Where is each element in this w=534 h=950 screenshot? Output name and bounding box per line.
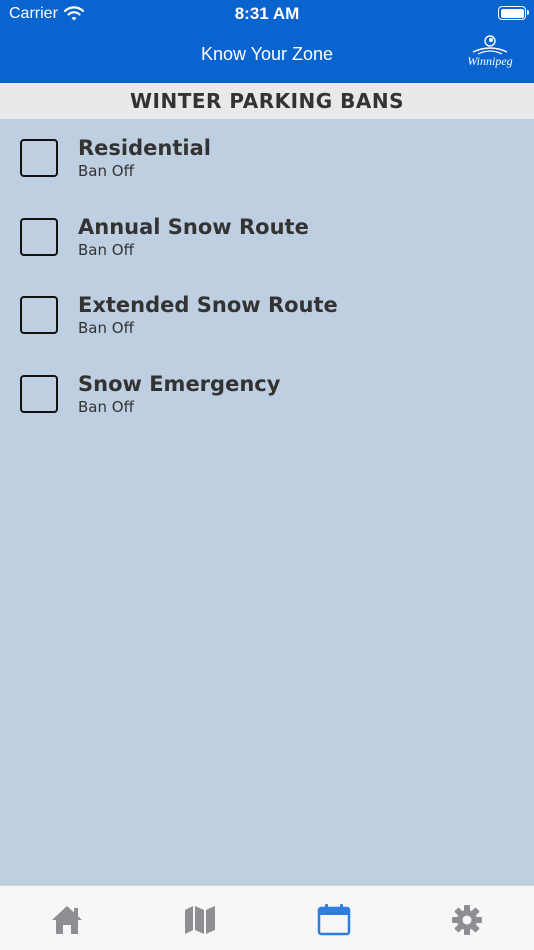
checkbox[interactable] — [20, 217, 58, 256]
tab-bar — [0, 885, 534, 950]
ban-name: Annual Snow Route — [78, 214, 309, 239]
ban-list: Residential Ban Off Annual Snow Route Ba… — [0, 119, 534, 434]
tab-calendar[interactable] — [267, 886, 401, 950]
ban-status: Ban Off — [78, 398, 134, 417]
winnipeg-logo-icon — [472, 35, 508, 55]
ban-status: Ban Off — [78, 240, 134, 259]
ban-item-extended-snow-route[interactable]: Extended Snow Route Ban Off — [0, 276, 534, 355]
ban-name: Extended Snow Route — [78, 293, 338, 318]
checkbox[interactable] — [20, 296, 58, 335]
gear-icon — [452, 905, 483, 935]
tab-map[interactable] — [134, 886, 268, 950]
checkbox[interactable] — [20, 375, 58, 414]
ban-item-snow-emergency[interactable]: Snow Emergency Ban Off — [0, 355, 534, 434]
map-icon — [185, 906, 216, 934]
home-icon — [51, 906, 82, 934]
ban-name: Residential — [78, 136, 211, 160]
ban-item-residential[interactable]: Residential Ban Off — [0, 119, 534, 198]
ban-item-annual-snow-route[interactable]: Annual Snow Route Ban Off — [0, 198, 534, 277]
ban-status: Ban Off — [78, 162, 134, 180]
calendar-icon — [317, 904, 350, 936]
ban-status: Ban Off — [78, 319, 134, 338]
tab-home[interactable] — [0, 886, 134, 950]
status-bar: Carrier 8:31 AM — [0, 0, 534, 28]
page-title: Know Your Zone — [200, 44, 334, 64]
section-header: WINTER PARKING BANS — [0, 83, 534, 119]
nav-bar: Know Your Zone Winnipeg — [0, 28, 534, 83]
tab-settings[interactable] — [401, 886, 534, 950]
logo-text: Winnipeg — [467, 54, 513, 68]
status-time: 8:31 AM — [234, 4, 300, 23]
winnipeg-logo: Winnipeg — [460, 34, 520, 74]
ban-name: Snow Emergency — [78, 372, 281, 397]
checkbox[interactable] — [20, 139, 58, 177]
battery-icon — [498, 6, 529, 20]
